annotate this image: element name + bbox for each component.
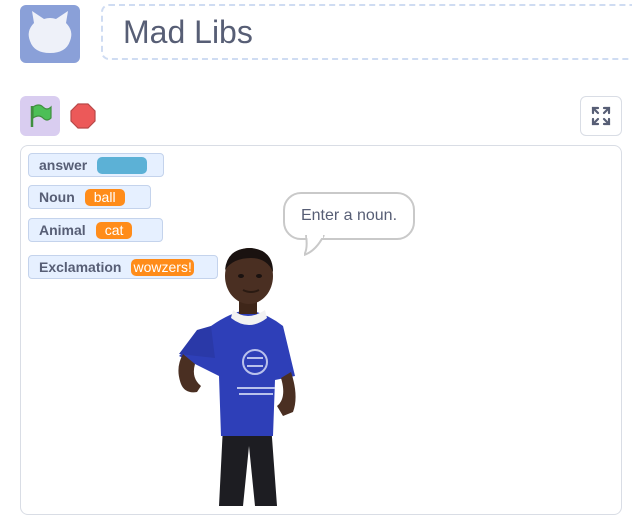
- monitor-label: answer: [39, 157, 88, 173]
- project-title: Mad Libs: [123, 13, 253, 50]
- monitor-value: ball: [84, 188, 125, 206]
- fullscreen-button[interactable]: [580, 96, 622, 136]
- monitor-animal: Animal cat: [28, 218, 163, 242]
- scratch-cat-icon: [28, 11, 72, 53]
- monitor-value: cat: [95, 221, 133, 239]
- student-sprite[interactable]: [171, 246, 321, 506]
- monitor-label: Exclamation: [39, 259, 122, 275]
- stop-sign-icon: [70, 103, 96, 129]
- stage[interactable]: answer Noun ball Animal cat Exclamation …: [20, 145, 622, 515]
- stage-controls: [20, 96, 100, 136]
- project-thumbnail[interactable]: [20, 5, 80, 63]
- monitor-noun: Noun ball: [28, 185, 151, 209]
- monitor-value: [97, 156, 148, 174]
- speech-bubble: Enter a noun.: [283, 192, 415, 240]
- monitor-label: Noun: [39, 189, 75, 205]
- stop-button[interactable]: [66, 99, 100, 133]
- project-title-field[interactable]: Mad Libs: [101, 4, 632, 60]
- speech-bubble-text: Enter a noun.: [300, 207, 398, 224]
- green-flag-icon: [30, 104, 52, 127]
- fullscreen-icon: [591, 106, 611, 126]
- monitor-answer: answer: [28, 153, 164, 177]
- monitor-label: Animal: [39, 222, 86, 238]
- green-flag-button[interactable]: [20, 96, 60, 136]
